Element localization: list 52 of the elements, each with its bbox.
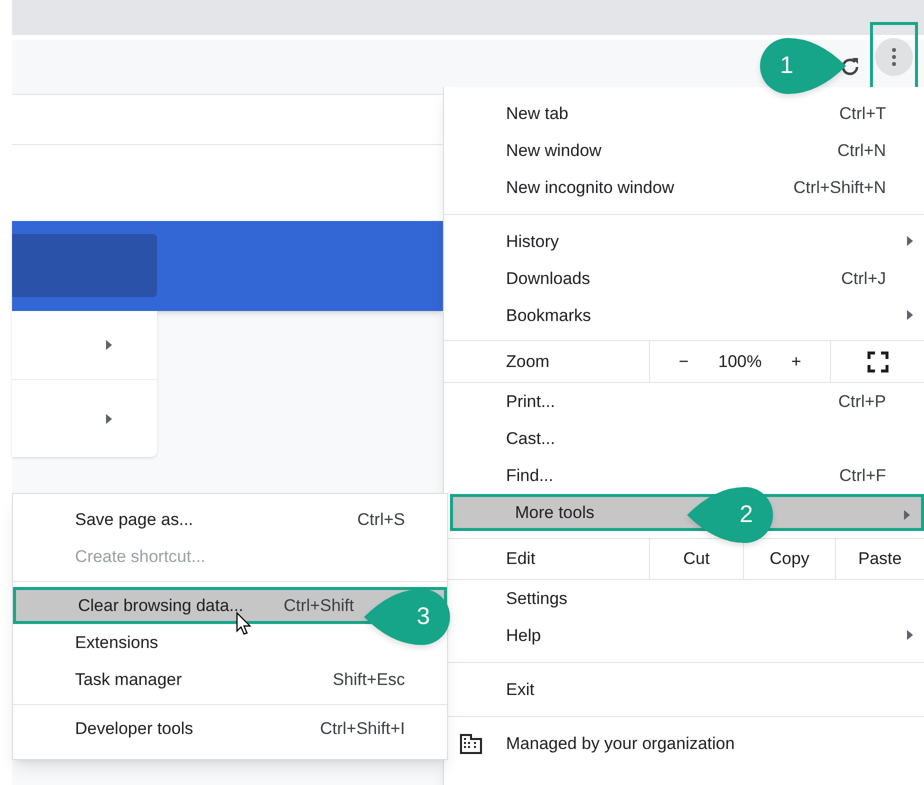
zoom-level: 100% bbox=[718, 350, 762, 373]
submenu-item-label: Extensions bbox=[75, 632, 158, 654]
shortcut-text: Shift+Esc bbox=[332, 668, 405, 691]
step-tooltip: 2 bbox=[685, 485, 775, 545]
submenu-item[interactable]: Task manager Shift+Esc bbox=[13, 661, 447, 698]
menu-item-label: More tools bbox=[515, 502, 594, 524]
menu-item[interactable]: New window Ctrl+N bbox=[444, 132, 924, 169]
shortcut-text: Ctrl+P bbox=[838, 390, 886, 413]
shortcut-text: Ctrl+Shift bbox=[284, 594, 354, 617]
submenu-item-label: Clear browsing data... bbox=[78, 594, 244, 617]
submenu-item-label: Save page as... bbox=[75, 508, 194, 531]
menu-item-label: History bbox=[506, 230, 559, 253]
menu-item-label: Settings bbox=[506, 588, 568, 610]
menu-item[interactable]: Print... Ctrl+P bbox=[444, 383, 924, 420]
menu-item-label: New window bbox=[506, 140, 602, 162]
menu-item-label: Cast... bbox=[506, 428, 556, 450]
menu-item-label: Find... bbox=[506, 464, 554, 487]
shortcut-text: Ctrl+F bbox=[839, 464, 886, 487]
menu-item[interactable]: Cast... bbox=[444, 420, 924, 457]
shortcut-text: Ctrl+T bbox=[839, 102, 886, 125]
edit-label: Edit bbox=[505, 548, 536, 570]
zoom-out-button[interactable]: − bbox=[670, 348, 697, 374]
menu-item-label: Exit bbox=[506, 678, 534, 701]
step-tooltip: 1 bbox=[758, 36, 848, 96]
menu-item-label: New incognito window bbox=[506, 176, 674, 199]
zoom-label: Zoom bbox=[505, 350, 550, 373]
shortcut-text: Ctrl+Shift+N bbox=[793, 176, 886, 199]
edit-action-button[interactable]: Paste bbox=[835, 539, 924, 579]
menu-item-label: Print... bbox=[506, 390, 556, 413]
menu-item-label: Help bbox=[506, 624, 541, 647]
managed-notice[interactable]: Managed by your organization bbox=[444, 725, 924, 762]
submenu-item[interactable]: Developer tools Ctrl+Shift+I bbox=[13, 710, 447, 747]
submenu-item-label: Create shortcut... bbox=[75, 546, 206, 568]
managed-text: Managed by your organization bbox=[506, 732, 735, 755]
menu-item-label: New tab bbox=[506, 102, 568, 125]
menu-item-label: Bookmarks bbox=[506, 304, 592, 327]
step-tooltip: 3 bbox=[362, 587, 452, 647]
menu-item[interactable]: Find... Ctrl+F bbox=[444, 457, 924, 494]
submenu-item-label: Task manager bbox=[75, 668, 182, 691]
shortcut-text: Ctrl+S bbox=[357, 508, 405, 531]
zoom-in-button[interactable]: + bbox=[783, 348, 810, 374]
menu-item[interactable]: Downloads Ctrl+J bbox=[444, 260, 924, 297]
shortcut-text: Ctrl+J bbox=[841, 268, 886, 290]
shortcut-text: Ctrl+Shift+I bbox=[320, 718, 405, 740]
submenu-item[interactable]: Save page as... Ctrl+S bbox=[13, 501, 447, 538]
menu-item[interactable]: New tab Ctrl+T bbox=[444, 95, 924, 132]
menu-item[interactable]: Bookmarks bbox=[444, 297, 924, 334]
menu-item[interactable]: New incognito window Ctrl+Shift+N bbox=[444, 169, 924, 206]
menu-item[interactable]: History bbox=[444, 223, 924, 260]
menu-item-label: Downloads bbox=[506, 268, 590, 290]
shortcut-text: Ctrl+N bbox=[837, 140, 886, 162]
submenu-item-label: Developer tools bbox=[75, 718, 194, 740]
